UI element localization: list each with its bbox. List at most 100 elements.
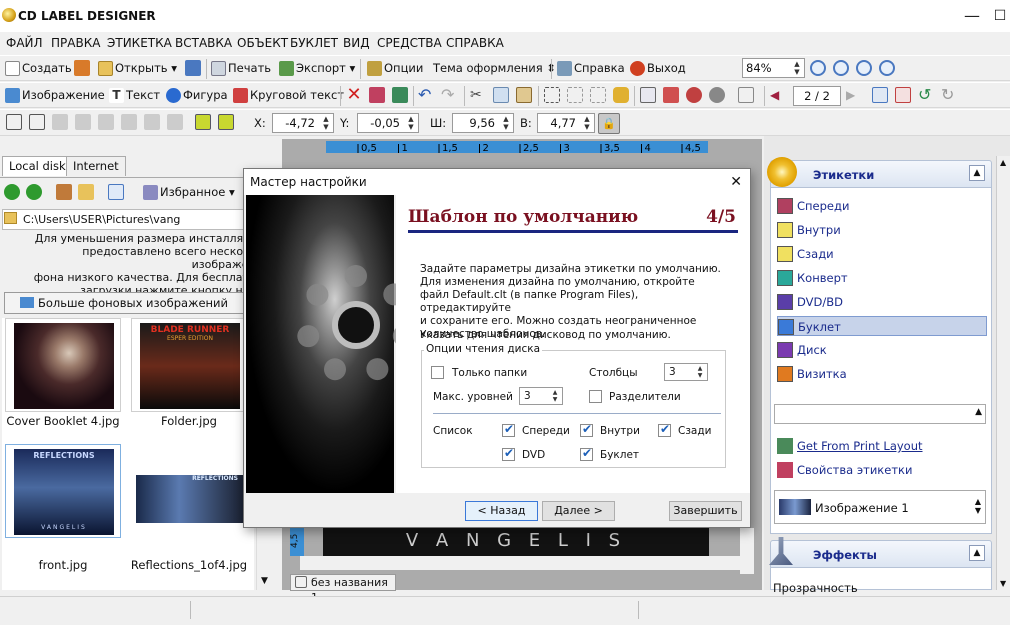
collapse-icon[interactable]: ▲ [969, 545, 985, 561]
properties-icon[interactable] [369, 87, 385, 103]
canvas-hscroll[interactable] [300, 556, 740, 570]
scroll-down-icon[interactable]: ▼ [1000, 579, 1006, 588]
open-button[interactable]: Открыть ▾ [97, 59, 180, 79]
same-height-icon[interactable] [218, 114, 234, 130]
back-button[interactable]: < Назад [465, 501, 538, 521]
zoom-out-icon[interactable] [833, 60, 849, 76]
menu-view[interactable]: ВИД [343, 36, 370, 50]
menu-insert[interactable]: ВСТАВКА [175, 36, 232, 50]
align-left-icon[interactable] [6, 114, 22, 130]
thumbnail[interactable]: REFLECTIONS VANGELIS [5, 444, 121, 538]
max-levels-stepper[interactable]: 3 ▲ ▼ [519, 387, 563, 405]
next-page-icon[interactable]: ▶ [846, 87, 862, 103]
exit-button[interactable]: Выход [629, 59, 689, 79]
label-icon[interactable] [392, 87, 408, 103]
copy-icon[interactable] [493, 87, 509, 103]
paste-icon[interactable] [516, 87, 532, 103]
align-center-icon[interactable] [29, 114, 45, 130]
help-button[interactable]: Справка [556, 59, 628, 79]
menu-booklet[interactable]: БУКЛЕТ [290, 36, 338, 50]
list-inside-checkbox[interactable] [580, 422, 593, 437]
path-field[interactable]: C:\Users\USER\Pictures\vang [2, 209, 274, 230]
options-button[interactable]: Опции [366, 59, 426, 79]
view-mode-icon[interactable] [108, 184, 124, 200]
canvas-vscroll[interactable] [740, 528, 754, 574]
label-dropdown[interactable]: ▲ [774, 404, 986, 424]
label-type-item[interactable]: Спереди [777, 196, 987, 216]
x-spinner[interactable]: ▲ ▼ [320, 115, 332, 131]
more-backgrounds-button[interactable]: Больше фоновых изображений [4, 292, 244, 314]
align-top-icon[interactable] [75, 114, 91, 130]
forward-arrow-icon[interactable] [26, 184, 42, 200]
label-type-item[interactable]: Визитка [777, 364, 987, 384]
align-middle-icon[interactable] [98, 114, 114, 130]
height-field[interactable]: 4,77 ▲ ▼ [537, 113, 595, 133]
width-field[interactable]: 9,56 ▲ ▼ [452, 113, 514, 133]
list-front-checkbox[interactable] [502, 422, 515, 437]
group-icon[interactable] [567, 87, 583, 103]
thumbnail[interactable]: BLADE RUNNER ESPER EDITION [131, 318, 247, 412]
aspect-lock-icon[interactable]: 🔒 [598, 113, 620, 134]
export-button[interactable]: Экспорт ▾ [278, 59, 358, 79]
zoom-field[interactable]: 84% ▲ ▼ [742, 58, 805, 78]
cd-icon[interactable] [709, 87, 725, 103]
print-button[interactable]: Печать [210, 59, 274, 79]
redo-icon[interactable]: ↷ [441, 87, 457, 103]
label-properties-link[interactable]: Свойства этикетки [777, 460, 987, 480]
distribute-v-icon[interactable] [167, 114, 183, 130]
prev-page-icon[interactable]: ◀ [770, 87, 786, 103]
labels-panel-header[interactable]: Этикетки ▲ [767, 157, 992, 188]
distribute-h-icon[interactable] [144, 114, 160, 130]
new-button[interactable]: Создать [4, 59, 75, 79]
home-icon[interactable] [56, 184, 72, 200]
theme-dropdown[interactable]: Тема оформления ⬍ [430, 59, 559, 79]
remove-page-icon[interactable] [895, 87, 911, 103]
wizard-icon[interactable] [74, 60, 90, 76]
label-type-item[interactable]: DVD/BD [777, 292, 987, 312]
ungroup-icon[interactable] [590, 87, 606, 103]
rotate-icon[interactable]: ↺ [918, 87, 934, 103]
add-page-icon[interactable] [872, 87, 888, 103]
tab-internet[interactable]: Internet [66, 156, 126, 176]
lock-icon[interactable] [613, 87, 629, 103]
menu-label[interactable]: ЭТИКЕТКА [107, 36, 172, 50]
same-width-icon[interactable] [195, 114, 211, 130]
zoom-actual-icon[interactable] [879, 60, 895, 76]
delete-icon[interactable]: ✕ [346, 86, 362, 104]
save-icon[interactable] [185, 60, 201, 76]
align-bottom-icon[interactable] [121, 114, 137, 130]
align-right-icon[interactable] [52, 114, 68, 130]
scroll-down-icon[interactable]: ▼ [261, 576, 268, 586]
dialog-close-button[interactable]: ✕ [730, 169, 742, 195]
maximize-button[interactable]: ☐ [980, 6, 1010, 28]
insert-circular-text-button[interactable]: Круговой текст [232, 86, 347, 106]
label-type-item[interactable]: Буклет [777, 316, 987, 336]
list-back-checkbox[interactable] [658, 422, 671, 437]
x-field[interactable]: -4,72 ▲ ▼ [272, 113, 334, 133]
folders-only-checkbox[interactable] [431, 366, 444, 379]
menu-edit[interactable]: ПРАВКА [51, 36, 100, 50]
cut-icon[interactable]: ✂ [470, 87, 486, 103]
menu-tools[interactable]: СРЕДСТВА [377, 36, 442, 50]
scroll-up-icon[interactable]: ▲ [1000, 158, 1006, 167]
favorites-button[interactable]: Избранное ▾ [142, 183, 238, 203]
select-all-icon[interactable] [544, 87, 560, 103]
label-type-item[interactable]: Сзади [777, 244, 987, 264]
columns-stepper[interactable]: 3 ▲ ▼ [664, 363, 708, 381]
insert-image-button[interactable]: Изображение [4, 86, 108, 106]
dropdown-spinner[interactable]: ▲ [975, 407, 982, 417]
send-back-icon[interactable] [663, 87, 679, 103]
image-select-spinner[interactable]: ▲ ▼ [975, 497, 981, 515]
disc-icon[interactable] [686, 87, 702, 103]
bring-front-icon[interactable] [640, 87, 656, 103]
list-dvd-checkbox[interactable] [502, 446, 515, 461]
page-indicator[interactable]: 2 / 2 [793, 86, 841, 106]
thumbnail[interactable]: REFLECTIONS [131, 444, 247, 538]
columns-spinner[interactable]: ▲ ▼ [694, 365, 706, 379]
y-field[interactable]: -0,05 ▲ ▼ [357, 113, 419, 133]
finish-button[interactable]: Завершить [669, 501, 742, 521]
get-from-print-layout-link[interactable]: Get From Print Layout [777, 436, 987, 456]
insert-shape-button[interactable]: Фигура [165, 86, 231, 106]
document-tab[interactable]: без названия 1 [290, 574, 396, 604]
back-arrow-icon[interactable] [4, 184, 20, 200]
